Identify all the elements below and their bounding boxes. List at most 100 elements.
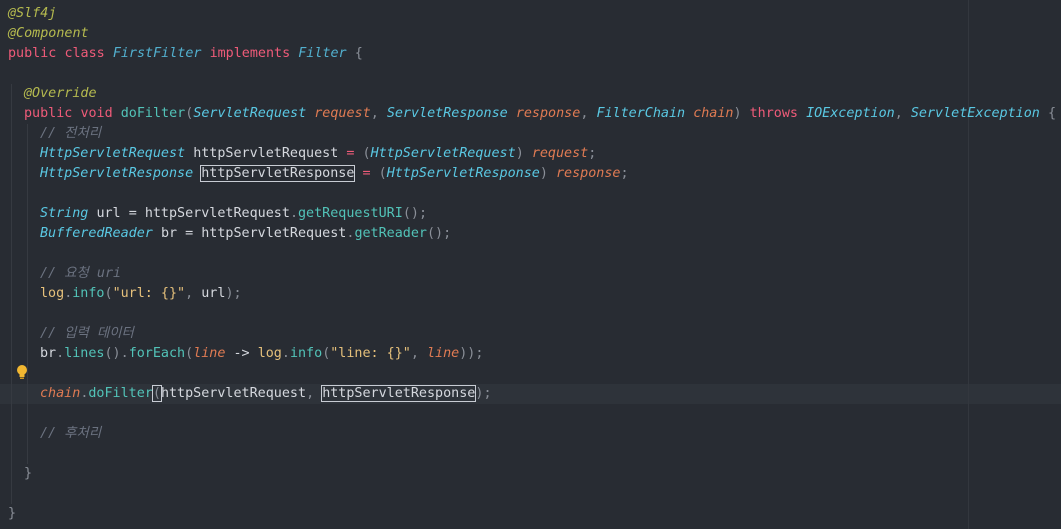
code-line-11[interactable]: String url = httpServletRequest.getReque…: [40, 204, 427, 224]
type-name: FilterChain: [596, 106, 686, 121]
paren: ): [733, 106, 742, 121]
variable: httpServletRequest: [201, 226, 347, 241]
comma: ,: [410, 346, 419, 361]
paren: (: [378, 166, 387, 181]
paren: ): [225, 286, 234, 301]
string-literal: "url: {}": [112, 286, 186, 301]
code-line-7[interactable]: // 전처리: [40, 124, 101, 144]
paren-matched: (: [151, 385, 162, 402]
parameter: chain: [40, 386, 81, 401]
brace: {: [1047, 106, 1056, 121]
code-line-24[interactable]: }: [24, 464, 32, 484]
comma: ,: [185, 286, 194, 301]
right-margin-guide: [968, 0, 969, 529]
semicolon: ;: [588, 146, 597, 161]
method-call: getReader: [354, 226, 427, 241]
code-line-3[interactable]: public class FirstFilter implements Filt…: [8, 44, 363, 64]
type-name: HttpServletRequest: [40, 146, 186, 161]
comment: // 입력 데이터: [40, 326, 134, 341]
parameter: response: [556, 166, 621, 181]
keyword: void: [80, 106, 113, 121]
keyword: throws: [749, 106, 798, 121]
semicolon: ;: [233, 286, 242, 301]
indent-guide: [27, 124, 28, 464]
semicolon: ;: [443, 226, 452, 241]
code-line-15[interactable]: log.info("url: {}", url);: [40, 284, 242, 304]
lambda-param: line: [193, 346, 226, 361]
annotation: @Component: [8, 26, 89, 41]
annotation: @Slf4j: [8, 6, 57, 21]
keyword: public: [24, 106, 73, 121]
paren: ): [539, 166, 548, 181]
semicolon: ;: [418, 206, 427, 221]
variable: url: [96, 206, 121, 221]
string-literal: "line: {}": [330, 346, 411, 361]
type-name: BufferedReader: [40, 226, 153, 241]
code-line-26[interactable]: }: [8, 504, 16, 524]
arrow-operator: ->: [233, 346, 250, 361]
operator: =: [185, 226, 194, 241]
method-call: info: [72, 286, 105, 301]
paren: (): [427, 226, 444, 241]
type-name: String: [40, 206, 89, 221]
paren: ): [515, 146, 524, 161]
argument: httpServletRequest: [160, 386, 307, 401]
type-name: HttpServletRequest: [370, 146, 516, 161]
brace: }: [8, 506, 17, 521]
type-name: HttpServletResponse: [386, 166, 540, 181]
dot: .: [281, 346, 290, 361]
comma: ,: [894, 106, 903, 121]
parameter: chain: [693, 106, 734, 121]
paren: ));: [459, 346, 484, 361]
interface-name: Filter: [298, 46, 347, 61]
brace: }: [24, 466, 33, 481]
keyword: implements: [209, 46, 291, 61]
comma: ,: [306, 386, 315, 401]
comment: // 요청 uri: [40, 266, 122, 281]
code-line-12[interactable]: BufferedReader br = httpServletRequest.g…: [40, 224, 451, 244]
method-call: info: [289, 346, 323, 361]
semicolon: ;: [620, 166, 629, 181]
paren: (): [402, 206, 419, 221]
variable: log: [257, 346, 282, 361]
type-name: HttpServletResponse: [40, 166, 194, 181]
dot: .: [120, 346, 129, 361]
code-line-2[interactable]: @Component: [8, 24, 89, 44]
code-line-20[interactable]: chain.doFilter(httpServletRequest, httpS…: [40, 384, 492, 404]
exception-name: ServletException: [910, 106, 1040, 121]
semicolon: ;: [483, 386, 492, 401]
class-name: FirstFilter: [112, 46, 202, 61]
method-call: doFilter: [88, 386, 153, 401]
variable: log: [40, 286, 65, 301]
variable-highlighted: httpServletResponse: [200, 165, 356, 182]
indent-guide: [11, 84, 12, 504]
code-line-8[interactable]: HttpServletRequest httpServletRequest = …: [40, 144, 596, 164]
code-line-17[interactable]: // 입력 데이터: [40, 324, 134, 344]
comment: // 후처리: [40, 426, 102, 441]
code-line-14[interactable]: // 요청 uri: [40, 264, 121, 284]
variable: url: [201, 286, 226, 301]
code-line-5[interactable]: @Override: [24, 84, 97, 104]
code-line-6[interactable]: public void doFilter(ServletRequest requ…: [24, 104, 1056, 124]
operator: =: [346, 146, 355, 161]
type-name: ServletResponse: [386, 106, 508, 121]
code-editor[interactable]: @Slf4j @Component public class FirstFilt…: [0, 0, 1061, 529]
exception-name: IOException: [806, 106, 895, 121]
comment: // 전처리: [40, 126, 102, 141]
variable: httpServletRequest: [193, 146, 339, 161]
code-line-18[interactable]: br.lines().forEach(line -> log.info("lin…: [40, 344, 483, 364]
method-call: lines: [64, 346, 105, 361]
dot: .: [289, 206, 298, 221]
type-name: ServletRequest: [193, 106, 307, 121]
argument-highlighted: httpServletResponse: [321, 385, 477, 402]
lightbulb-icon[interactable]: [16, 364, 28, 380]
parameter: request: [314, 106, 371, 121]
code-line-1[interactable]: @Slf4j: [8, 4, 56, 24]
keyword: public: [8, 46, 57, 61]
code-line-22[interactable]: // 후처리: [40, 424, 101, 444]
annotation: @Override: [24, 86, 97, 101]
parameter: request: [531, 146, 589, 161]
code-line-9[interactable]: HttpServletResponse httpServletResponse …: [40, 164, 629, 184]
variable: httpServletRequest: [144, 206, 290, 221]
comma: ,: [580, 106, 589, 121]
